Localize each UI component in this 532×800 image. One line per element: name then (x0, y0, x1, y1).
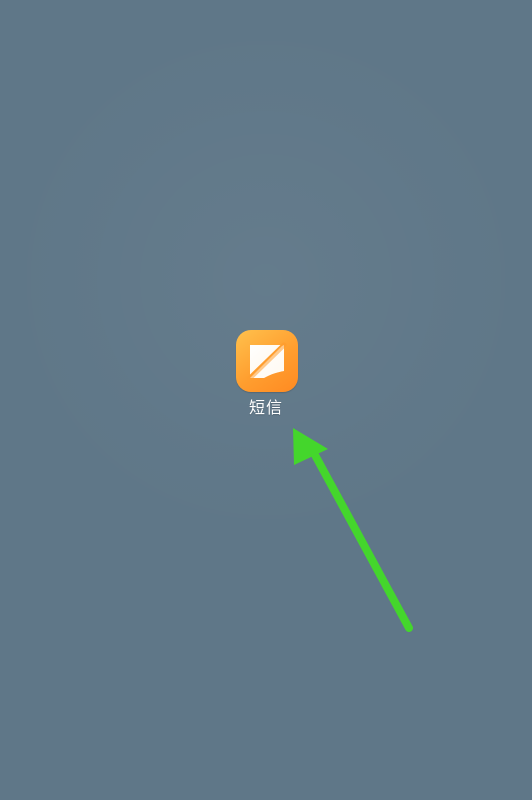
messages-app-shortcut[interactable]: 短信 (226, 330, 306, 426)
desktop-background: 短信 (0, 0, 532, 800)
app-label[interactable]: 短信 (226, 397, 306, 419)
messages-icon[interactable] (236, 330, 298, 392)
